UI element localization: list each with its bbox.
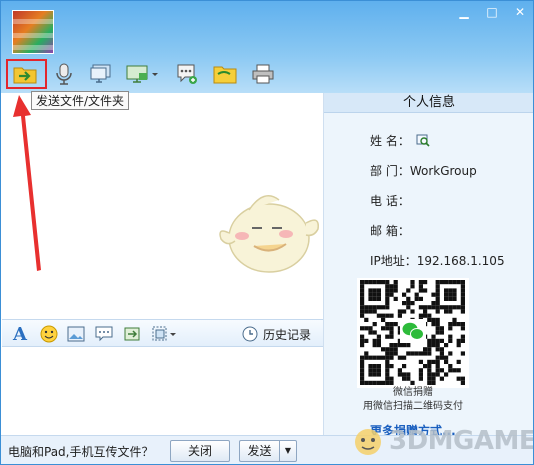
wechat-logo-icon [400,319,426,343]
edit-name-icon[interactable] [416,134,430,147]
chat-bubble-icon [177,64,197,84]
info-panel-title: 个人信息 [324,93,533,113]
window-header: ▁ □ ✕ [1,1,533,93]
voice-button[interactable] [51,62,77,86]
ip-row: IP地址：192.168.1.105 [370,252,505,269]
watermark: 3DMGAME [351,421,534,461]
minimize-button[interactable]: ▁ [455,5,473,19]
folder-icon [213,66,237,84]
watermark-text: 3DMGAME [389,426,534,456]
send-button[interactable]: 发送 [239,440,279,462]
email-row: 邮 箱： [370,222,410,239]
shake-icon [152,326,176,341]
email-label: 邮 箱： [370,224,410,238]
emoji-icon [40,325,58,343]
screen-dropdown-icon [126,65,158,83]
screenshot-button[interactable] [122,324,142,344]
history-icon [242,326,258,342]
monitor-icon [90,64,111,83]
microphone-icon [56,63,72,85]
font-icon: A [13,323,27,345]
phone-row: 电 话： [370,192,410,209]
maximize-button[interactable]: □ [483,5,501,19]
quick-reply-button[interactable] [94,324,114,344]
watermark-logo-icon [355,429,381,455]
close-window-button[interactable]: ✕ [511,5,529,19]
format-toolbar: A 历史记录 [2,319,323,347]
screen-share-button[interactable] [125,62,161,86]
history-label: 历史记录 [263,327,312,342]
phone-label: 电 话： [370,194,410,208]
message-button[interactable] [174,62,200,86]
qr-caption-scan: 用微信扫描二维码支付 [363,401,463,412]
send-file-tooltip: 发送文件/文件夹 [31,91,130,110]
remote-screen-button[interactable] [88,62,114,86]
department-label: 部 门： [370,164,410,178]
department-value: WorkGroup [409,164,477,178]
ip-label: IP地址： [370,254,417,268]
avatar[interactable] [12,10,54,54]
send-options-dropdown[interactable]: ▼ [279,440,297,462]
wechat-qr-code [357,278,469,388]
chat-window: ▁ □ ✕ 发送文件/文件夹 A 历史记录 个人信息 姓 名： 部 门：Work… [0,0,534,465]
shake-button[interactable] [150,324,178,344]
history-button[interactable]: 历史记录 [242,324,311,344]
image-icon [67,326,85,342]
close-button[interactable]: 关闭 [170,440,230,462]
shared-folder-button[interactable] [212,62,238,86]
printer-icon [252,64,274,84]
quick-reply-icon [95,326,113,342]
message-input[interactable] [2,347,323,435]
screenshot-icon [124,327,140,341]
qr-caption-donate: 微信捐赠 [393,387,433,398]
highlight-box [6,59,47,89]
name-row: 姓 名： [370,132,430,149]
print-button[interactable] [250,62,276,86]
cross-device-hint[interactable]: 电脑和Pad,手机互传文件？ [8,443,153,460]
personal-info-panel: 个人信息 姓 名： 部 门：WorkGroup 电 话： 邮 箱： IP地址：1… [323,93,533,438]
mascot-illustration [219,195,319,273]
image-button[interactable] [66,324,86,344]
ip-value: 192.168.1.105 [416,254,505,268]
font-button[interactable]: A [10,323,30,345]
department-row: 部 门：WorkGroup [370,162,477,179]
emoji-button[interactable] [39,324,59,344]
name-label: 姓 名： [370,134,410,148]
